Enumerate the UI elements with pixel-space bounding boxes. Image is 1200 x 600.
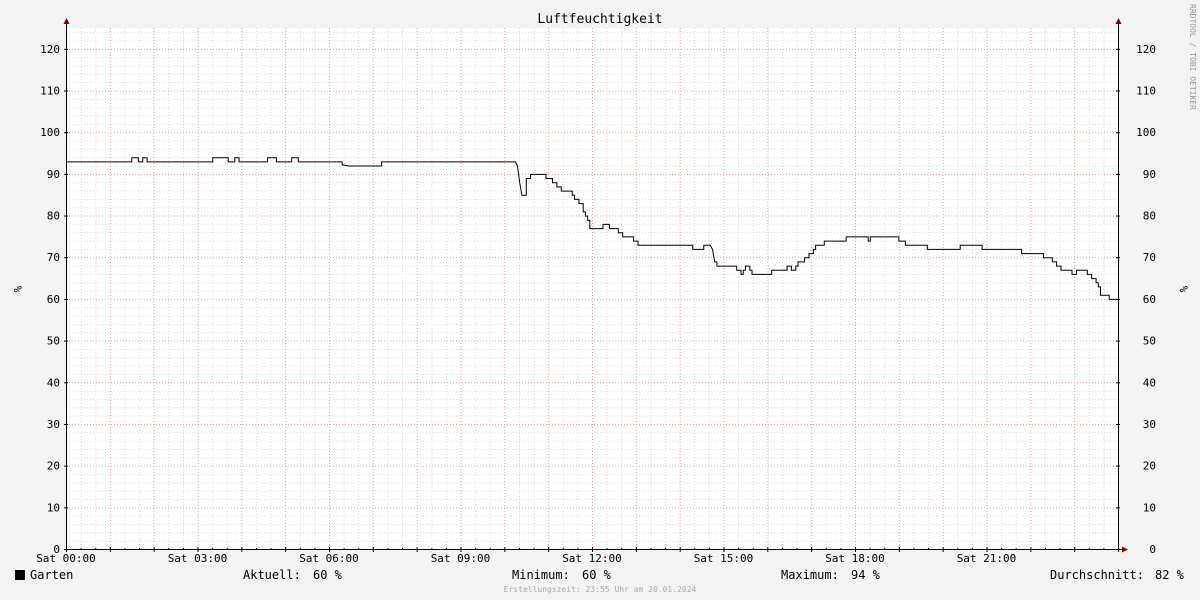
footer-timestamp: Erstellungszeit: 23:55 Uhr am 20.01.2024 bbox=[504, 585, 697, 594]
y-tick-label-right: 70 bbox=[1143, 251, 1156, 264]
y-tick-label-left: 50 bbox=[47, 335, 60, 348]
y-tick-label-right: 120 bbox=[1136, 43, 1156, 56]
y-tick-label-right: 40 bbox=[1143, 376, 1156, 389]
legend-minimum-value: 60 % bbox=[582, 568, 612, 582]
humidity-chart: 0102030405060708090100110120 01020304050… bbox=[0, 0, 1200, 600]
x-tick-label: Sat 12:00 bbox=[562, 552, 622, 565]
y-tick-label-left: 80 bbox=[47, 210, 60, 223]
legend-aktuell-label: Aktuell: bbox=[243, 568, 301, 582]
y-tick-label-left: 40 bbox=[47, 376, 60, 389]
y-tick-label-left: 120 bbox=[40, 43, 60, 56]
y-tick-label-right: 100 bbox=[1136, 126, 1156, 139]
y-tick-label-right: 10 bbox=[1143, 501, 1156, 514]
legend-aktuell-value: 60 % bbox=[313, 568, 343, 582]
y-tick-label-left: 100 bbox=[40, 126, 60, 139]
y-tick-label-right: 0 bbox=[1149, 543, 1156, 556]
x-tick-label: Sat 15:00 bbox=[694, 552, 754, 565]
legend-series-name: Garten bbox=[30, 568, 73, 582]
y-tick-label-right: 30 bbox=[1143, 418, 1156, 431]
legend-swatch-garten bbox=[15, 570, 25, 580]
legend-durchschnitt-value: 82 % bbox=[1155, 568, 1185, 582]
legend-maximum-value: 94 % bbox=[851, 568, 881, 582]
watermark: RRDTOOL / TOBI OETIKER bbox=[1188, 4, 1197, 110]
y-axis-label-right: % bbox=[1177, 286, 1190, 293]
y-tick-label-left: 60 bbox=[47, 293, 60, 306]
y-tick-label-right: 50 bbox=[1143, 335, 1156, 348]
x-tick-label: Sat 09:00 bbox=[431, 552, 491, 565]
y-tick-label-left: 70 bbox=[47, 251, 60, 264]
y-tick-label-left: 110 bbox=[40, 85, 60, 98]
y-tick-label-left: 20 bbox=[47, 460, 60, 473]
y-tick-label-right: 90 bbox=[1143, 168, 1156, 181]
y-tick-label-left: 10 bbox=[47, 501, 60, 514]
y-tick-label-right: 110 bbox=[1136, 85, 1156, 98]
y-tick-label-left: 90 bbox=[47, 168, 60, 181]
y-axis-label-left: % bbox=[11, 286, 24, 293]
y-tick-label-right: 20 bbox=[1143, 460, 1156, 473]
legend-minimum-label: Minimum: bbox=[512, 568, 570, 582]
x-tick-label: Sat 00:00 bbox=[36, 552, 96, 565]
y-tick-label-right: 80 bbox=[1143, 210, 1156, 223]
y-tick-label-left: 30 bbox=[47, 418, 60, 431]
x-tick-label: Sat 03:00 bbox=[168, 552, 228, 565]
legend-durchschnitt-label: Durchschnitt: bbox=[1050, 568, 1144, 582]
legend-maximum-label: Maximum: bbox=[781, 568, 839, 582]
x-tick-label: Sat 06:00 bbox=[299, 552, 359, 565]
x-tick-label: Sat 18:00 bbox=[825, 552, 885, 565]
y-tick-label-right: 60 bbox=[1143, 293, 1156, 306]
x-tick-label: Sat 21:00 bbox=[957, 552, 1017, 565]
chart-title: Luftfeuchtigkeit bbox=[537, 12, 662, 27]
